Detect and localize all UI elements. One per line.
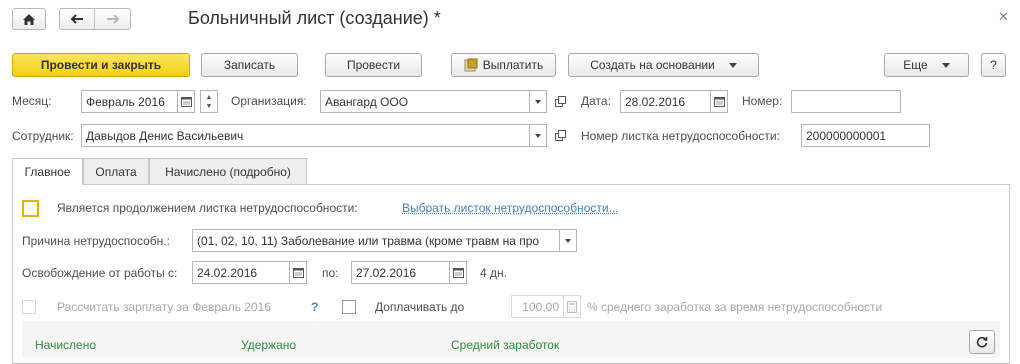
- save-button[interactable]: Записать: [201, 53, 298, 77]
- continuation-label: Является продолжением листка нетрудоспос…: [57, 201, 358, 215]
- month-field[interactable]: Февраль 2016: [81, 90, 178, 113]
- history-nav: [59, 8, 131, 30]
- number-field[interactable]: [791, 90, 901, 113]
- date-label: Дата:: [581, 94, 611, 108]
- home-button[interactable]: [12, 8, 46, 30]
- forward-button[interactable]: [95, 9, 130, 29]
- month-label: Месяц:: [12, 94, 52, 108]
- window-title: Больничный лист (создание) *: [188, 8, 441, 28]
- chevron-down-icon: [728, 62, 737, 68]
- chevron-down-icon: [565, 238, 571, 243]
- refresh-button[interactable]: [969, 330, 995, 354]
- more-label: Еще: [903, 58, 928, 72]
- calculator-icon: [567, 300, 577, 313]
- reason-dropdown[interactable]: [559, 229, 577, 252]
- organization-field[interactable]: Авангард ООО: [320, 90, 530, 113]
- pay-extra-label: Доплачивать до: [375, 300, 465, 314]
- tab-accrued-details[interactable]: Начислено (подробно): [149, 158, 307, 184]
- release-to-calendar-button[interactable]: [449, 261, 467, 284]
- pay-button[interactable]: Выплатить: [451, 53, 556, 77]
- sheet-number-field[interactable]: 200000000001: [801, 124, 930, 147]
- calendar-icon: [292, 268, 304, 278]
- employee-label: Сотрудник:: [12, 129, 74, 143]
- home-icon: [23, 13, 35, 25]
- help-question-link[interactable]: ?: [311, 300, 318, 314]
- pay-button-label: Выплатить: [482, 58, 544, 72]
- create-based-on-button[interactable]: Создать на основании: [568, 53, 759, 77]
- open-link-icon: [554, 96, 566, 107]
- organization-open-button[interactable]: [551, 90, 569, 113]
- employee-dropdown[interactable]: [529, 124, 547, 147]
- calendar-icon: [713, 97, 725, 107]
- stepper-up-icon[interactable]: ▲: [206, 93, 213, 102]
- percent-calc-button[interactable]: [563, 295, 581, 318]
- calendar-icon: [452, 268, 464, 278]
- withheld-header: Удержано: [241, 338, 297, 352]
- calendar-button[interactable]: [177, 90, 195, 113]
- organization-dropdown[interactable]: [529, 90, 547, 113]
- percent-field[interactable]: 100,00: [511, 295, 564, 318]
- reason-label: Причина нетрудоспособн.:: [22, 234, 170, 248]
- date-calendar-button[interactable]: [710, 90, 728, 113]
- close-icon[interactable]: ✕: [998, 9, 1009, 25]
- refresh-icon: [976, 336, 988, 348]
- employee-open-button[interactable]: [551, 124, 569, 147]
- arrow-right-icon: [106, 14, 119, 24]
- create-based-on-label: Создать на основании: [590, 58, 715, 72]
- chevron-down-icon: [941, 62, 950, 68]
- continuation-checkbox[interactable]: [22, 200, 39, 217]
- more-button[interactable]: Еще: [884, 53, 969, 77]
- calendar-icon: [180, 97, 192, 107]
- open-link-icon: [554, 130, 566, 141]
- chevron-down-icon: [535, 133, 541, 138]
- release-to-field[interactable]: 27.02.2016: [351, 261, 450, 284]
- help-button[interactable]: ?: [981, 53, 1006, 77]
- reason-field[interactable]: (01, 02, 10, 11) Заболевание или травма …: [192, 229, 560, 252]
- calc-salary-checkbox[interactable]: [22, 300, 36, 314]
- stepper-down-icon[interactable]: ▼: [206, 102, 213, 111]
- days-count: 4 дн.: [480, 266, 507, 280]
- back-button[interactable]: [60, 9, 96, 29]
- tab-main[interactable]: Главное: [12, 158, 83, 185]
- month-stepper[interactable]: ▲ ▼: [200, 90, 218, 113]
- choose-sheet-link[interactable]: Выбрать листок нетрудоспособности...: [402, 201, 619, 215]
- payment-icon: [464, 58, 478, 72]
- calc-salary-label: Рассчитать зарплату за Февраль 2016: [57, 300, 271, 314]
- pay-extra-checkbox[interactable]: [342, 300, 356, 314]
- release-from-calendar-button[interactable]: [289, 261, 307, 284]
- post-and-close-button[interactable]: Провести и закрыть: [12, 53, 190, 77]
- release-from-label: Освобождение от работы с:: [22, 266, 178, 280]
- average-earnings-header: Средний заработок: [451, 338, 560, 352]
- organization-label: Организация:: [231, 94, 307, 108]
- number-label: Номер:: [742, 94, 783, 108]
- date-field[interactable]: 28.02.2016: [620, 90, 711, 113]
- chevron-down-icon: [535, 99, 541, 104]
- post-button[interactable]: Провести: [325, 53, 422, 77]
- tab-payment[interactable]: Оплата: [83, 158, 149, 184]
- arrow-left-icon: [70, 14, 83, 24]
- release-to-label: по:: [322, 266, 339, 280]
- percent-suffix-label: % среднего заработка за время нетрудоспо…: [587, 300, 883, 314]
- sheet-number-label: Номер листка нетрудоспособности:: [581, 129, 780, 143]
- accrued-header: Начислено: [35, 338, 97, 352]
- employee-field[interactable]: Давыдов Денис Васильевич: [81, 124, 530, 147]
- release-from-field[interactable]: 24.02.2016: [192, 261, 290, 284]
